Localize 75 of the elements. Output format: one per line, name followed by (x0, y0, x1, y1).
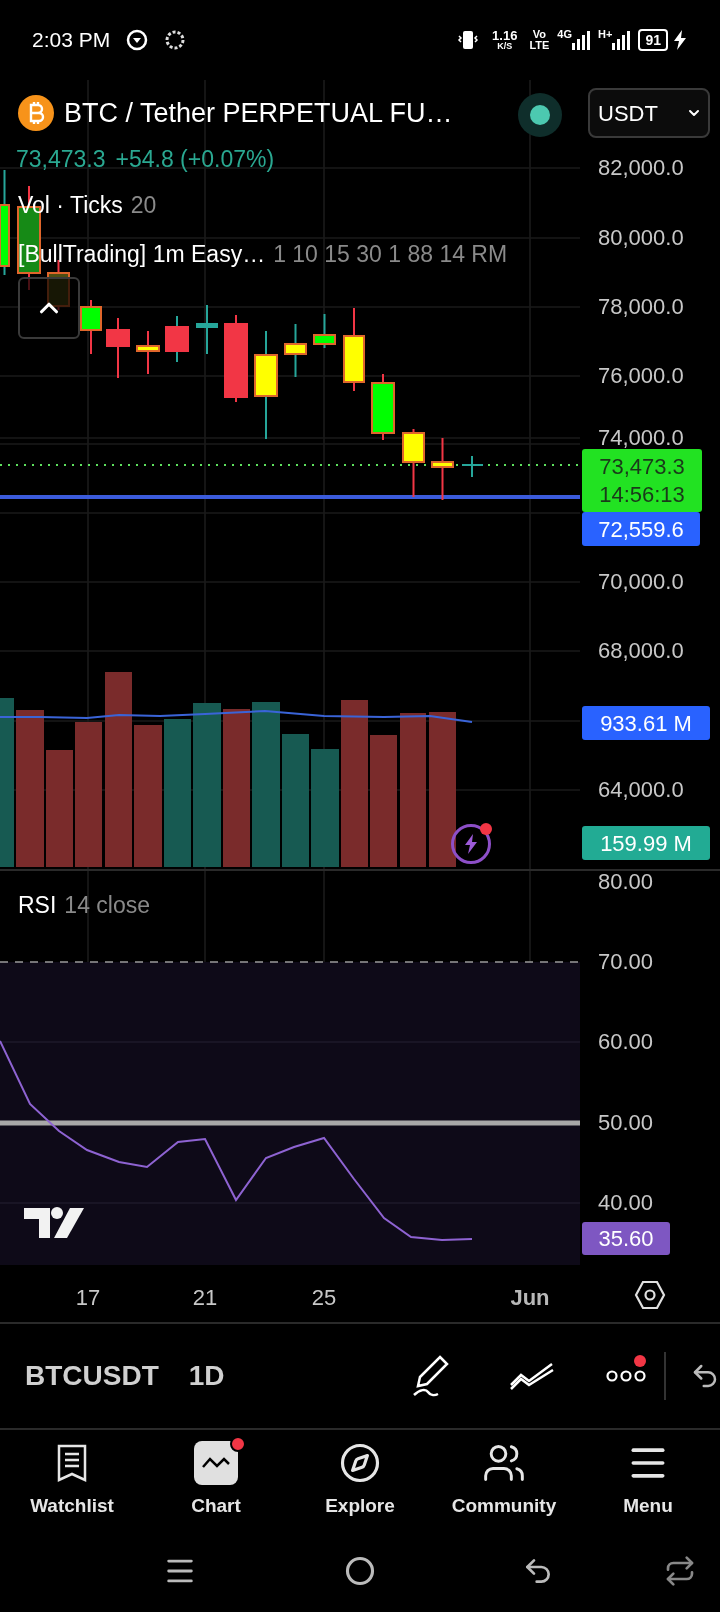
nav-tab[interactable]: Menu (576, 1430, 720, 1530)
rsi-axis-label: 50.00 (598, 1110, 654, 1136)
settings-icon[interactable] (634, 1280, 666, 1310)
price-tag-value: 73,473.3 (599, 452, 685, 481)
nav-tab[interactable]: Community (432, 1430, 576, 1530)
bookmark-list-icon (56, 1442, 88, 1483)
line-price-tag: 72,559.6 (582, 512, 700, 546)
lightning-button[interactable] (451, 824, 491, 864)
price-axis-label: 82,000.0 (598, 155, 684, 181)
last-price: 73,473.3 (16, 145, 106, 174)
candle (106, 317, 130, 379)
volume-tag: 159.99 M (582, 826, 710, 860)
price-axis-label: 76,000.0 (598, 363, 684, 389)
speed-unit: K/S (497, 42, 513, 51)
rsi-axis-label: 60.00 (598, 1029, 654, 1055)
bar-countdown: 14:56:13 (599, 480, 685, 509)
time-axis-label: 21 (192, 1284, 218, 1312)
candle (284, 323, 307, 378)
volte-label: Vo (532, 29, 546, 40)
symbol-selector[interactable]: BTCUSDT (25, 1355, 159, 1397)
lte-label: LTE (529, 40, 550, 51)
price-axis-label: 68,000.0 (598, 638, 684, 664)
candle (313, 313, 336, 349)
indicator-params: 1 10 15 30 1 88 14 RM (273, 240, 508, 269)
nav-tab[interactable]: Chart (144, 1430, 288, 1530)
charging-icon (672, 30, 688, 50)
rsi-axis-label: 40.00 (598, 1190, 654, 1216)
price-axis-label: 78,000.0 (598, 294, 684, 320)
network-type: 4G (557, 27, 573, 42)
network-type: H+ (598, 27, 613, 42)
time-axis-label: 17 (75, 1284, 101, 1312)
price-change: +54.8 (+0.07%) (115, 145, 275, 174)
nav-tab[interactable]: Watchlist (0, 1430, 144, 1530)
price-axis-label: 64,000.0 (598, 777, 684, 803)
collapse-button[interactable] (18, 277, 80, 339)
candle (402, 428, 425, 498)
vibrate-icon (456, 28, 481, 52)
price-axis-label: 70,000.0 (598, 569, 684, 595)
price-axis-label: 80,000.0 (598, 225, 684, 251)
download-icon (126, 29, 149, 51)
volume-tag: 933.61 M (582, 706, 710, 740)
candle (80, 299, 102, 355)
rsi-value-tag: 35.60 (582, 1222, 670, 1255)
candle (136, 330, 160, 375)
compass-icon (339, 1441, 381, 1484)
home-icon[interactable] (345, 1556, 375, 1586)
clock-time: 2:03 PM (32, 27, 111, 54)
signal-icon (612, 30, 631, 50)
interval-selector[interactable]: 1D (188, 1355, 225, 1397)
indicator-params: 20 (130, 191, 157, 220)
app-icon (164, 29, 187, 51)
signal-icon (572, 30, 591, 50)
time-axis-label: Jun (510, 1284, 550, 1312)
logo-icon (24, 1207, 84, 1238)
candle (196, 304, 218, 355)
rotate-icon[interactable] (664, 1555, 696, 1587)
speed-value: 1.16 (492, 29, 518, 42)
symbol-title[interactable]: BTC / Tether PERPETUAL FU… (64, 93, 453, 134)
indicator-name[interactable]: RSI (18, 888, 57, 923)
double-zigzag-icon[interactable] (508, 1361, 556, 1391)
rsi-axis-label: 80.00 (598, 869, 654, 895)
candle (461, 455, 484, 478)
candle (165, 315, 189, 363)
more-dots-icon[interactable] (606, 1369, 646, 1383)
candle (431, 437, 454, 501)
currency-dropdown[interactable]: USDT (588, 88, 710, 138)
bitcoin-icon (18, 95, 54, 132)
indicator-params: 14 close (64, 891, 150, 920)
lightning-icon (463, 834, 479, 854)
nav-tab[interactable]: Explore (288, 1430, 432, 1530)
candle (371, 373, 395, 441)
rsi-axis-label: 70.00 (598, 949, 654, 975)
time-axis-label: 25 (311, 1284, 337, 1312)
battery-level: 91 (638, 29, 668, 51)
price-axis-label: 74,000.0 (598, 425, 684, 451)
